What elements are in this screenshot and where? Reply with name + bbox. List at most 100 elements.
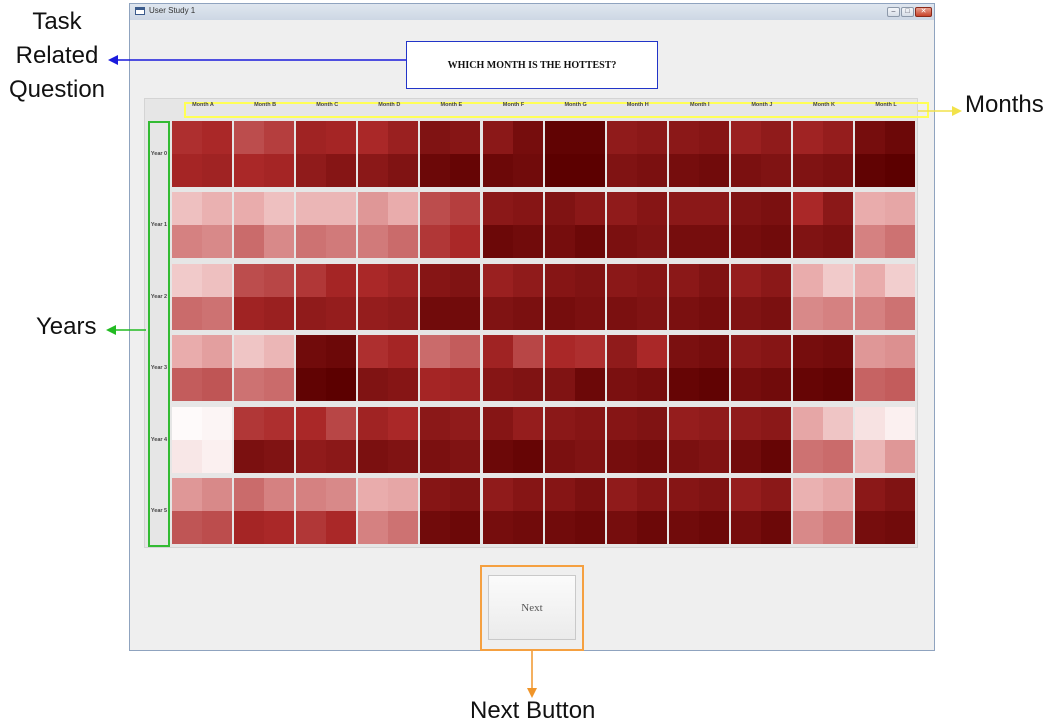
close-button[interactable]: ✕ bbox=[915, 7, 932, 17]
heatmap-subcell bbox=[793, 296, 823, 330]
heatmap-subcell bbox=[760, 121, 791, 154]
heatmap-subcell bbox=[544, 121, 575, 154]
heatmap-subcell bbox=[234, 192, 265, 226]
heatmap-subcell bbox=[450, 335, 481, 369]
heatmap-subcell bbox=[202, 154, 232, 187]
heatmap-subcell bbox=[296, 225, 327, 259]
month-label: Month C bbox=[316, 102, 339, 108]
heatmap-subcell bbox=[698, 121, 729, 154]
heatmap-subcell bbox=[326, 478, 357, 511]
heatmap-subcell bbox=[760, 368, 791, 402]
heatmap-subcell bbox=[512, 192, 543, 226]
heatmap-subcell bbox=[420, 368, 451, 402]
heatmap-subcell bbox=[574, 406, 605, 440]
heatmap-cell bbox=[793, 121, 853, 187]
heatmap-cell bbox=[855, 121, 916, 187]
heatmap-subcell bbox=[698, 368, 729, 402]
heatmap-subcell bbox=[202, 368, 232, 402]
heatmap-subcell bbox=[234, 225, 265, 259]
heatmap-subcell bbox=[172, 368, 202, 402]
heatmap-cell bbox=[358, 335, 419, 402]
heatmap-subcell bbox=[264, 478, 295, 511]
heatmap-subcell bbox=[482, 511, 513, 544]
heatmap-subcell bbox=[760, 478, 791, 511]
heatmap-subcell bbox=[760, 192, 791, 226]
heatmap-subcell bbox=[730, 154, 761, 187]
heatmap-subcell bbox=[388, 335, 419, 369]
heatmap-subcell bbox=[326, 263, 357, 297]
heatmap-subcell bbox=[482, 225, 513, 259]
heatmap-subcell bbox=[450, 511, 481, 544]
heatmap-subcell bbox=[326, 335, 357, 369]
heatmap-subcell bbox=[512, 511, 543, 544]
heatmap-subcell bbox=[172, 511, 202, 544]
heatmap-subcell bbox=[202, 335, 232, 369]
heatmap-subcell bbox=[668, 154, 699, 187]
years-header-highlight bbox=[148, 121, 170, 547]
heatmap-subcell bbox=[420, 511, 451, 544]
heatmap-subcell bbox=[264, 225, 295, 259]
heatmap-subcell bbox=[855, 225, 886, 259]
heatmap-cell bbox=[358, 406, 419, 473]
heatmap-subcell bbox=[698, 478, 729, 511]
heatmap-subcell bbox=[606, 368, 637, 402]
heatmap-subcell bbox=[606, 263, 637, 297]
heatmap-subcell bbox=[512, 154, 543, 187]
heatmap-subcell bbox=[760, 296, 791, 330]
heatmap-subcell bbox=[202, 296, 232, 330]
heatmap-cell bbox=[855, 406, 916, 473]
heatmap-subcell bbox=[358, 121, 389, 154]
heatmap-subcell bbox=[636, 335, 667, 369]
window-titlebar: User Study 1 – □ ✕ bbox=[130, 4, 934, 21]
heatmap-subcell bbox=[544, 368, 575, 402]
heatmap-subcell bbox=[264, 154, 295, 187]
heatmap-subcell bbox=[793, 225, 823, 259]
heatmap-subcell bbox=[885, 192, 916, 226]
heatmap-subcell bbox=[234, 121, 265, 154]
heatmap-subcell bbox=[482, 263, 513, 297]
heatmap-cell bbox=[172, 478, 232, 544]
heatmap-subcell bbox=[512, 335, 543, 369]
month-label: Month F bbox=[502, 102, 525, 108]
heatmap-subcell bbox=[574, 335, 605, 369]
heatmap-subcell bbox=[636, 511, 667, 544]
task-annotation-line-2: Related bbox=[15, 42, 99, 69]
heatmap-subcell bbox=[420, 225, 451, 259]
heatmap-subcell bbox=[855, 154, 886, 187]
heatmap-subcell bbox=[482, 478, 513, 511]
maximize-button[interactable]: □ bbox=[901, 7, 914, 17]
heatmap-subcell bbox=[855, 192, 886, 226]
heatmap-subcell bbox=[793, 121, 823, 154]
heatmap-subcell bbox=[760, 406, 791, 440]
heatmap-subcell bbox=[388, 511, 419, 544]
heatmap-subcell bbox=[823, 263, 853, 297]
month-label: Month G bbox=[564, 102, 587, 108]
heatmap-subcell bbox=[606, 121, 637, 154]
heatmap-subcell bbox=[636, 192, 667, 226]
heatmap-subcell bbox=[296, 335, 327, 369]
heatmap-subcell bbox=[388, 406, 419, 440]
month-label: Month A bbox=[192, 102, 214, 108]
heatmap-cell bbox=[482, 335, 543, 402]
heatmap-subcell bbox=[326, 296, 357, 330]
heatmap-subcell bbox=[855, 406, 886, 440]
minimize-button[interactable]: – bbox=[887, 7, 900, 17]
heatmap-subcell bbox=[698, 335, 729, 369]
heatmap-subcell bbox=[234, 511, 265, 544]
heatmap-subcell bbox=[388, 192, 419, 226]
heatmap-subcell bbox=[358, 192, 389, 226]
heatmap-subcell bbox=[358, 439, 389, 473]
heatmap-subcell bbox=[358, 406, 389, 440]
heatmap-cell bbox=[855, 192, 916, 259]
heatmap-cell bbox=[544, 406, 605, 473]
heatmap-subcell bbox=[420, 192, 451, 226]
heatmap-subcell bbox=[234, 368, 265, 402]
heatmap-cell bbox=[296, 121, 357, 187]
heatmap-subcell bbox=[172, 335, 202, 369]
heatmap-subcell bbox=[885, 335, 916, 369]
heatmap-subcell bbox=[698, 439, 729, 473]
heatmap-subcell bbox=[358, 154, 389, 187]
heatmap-subcell bbox=[730, 511, 761, 544]
heatmap-subcell bbox=[823, 368, 853, 402]
heatmap-subcell bbox=[512, 478, 543, 511]
